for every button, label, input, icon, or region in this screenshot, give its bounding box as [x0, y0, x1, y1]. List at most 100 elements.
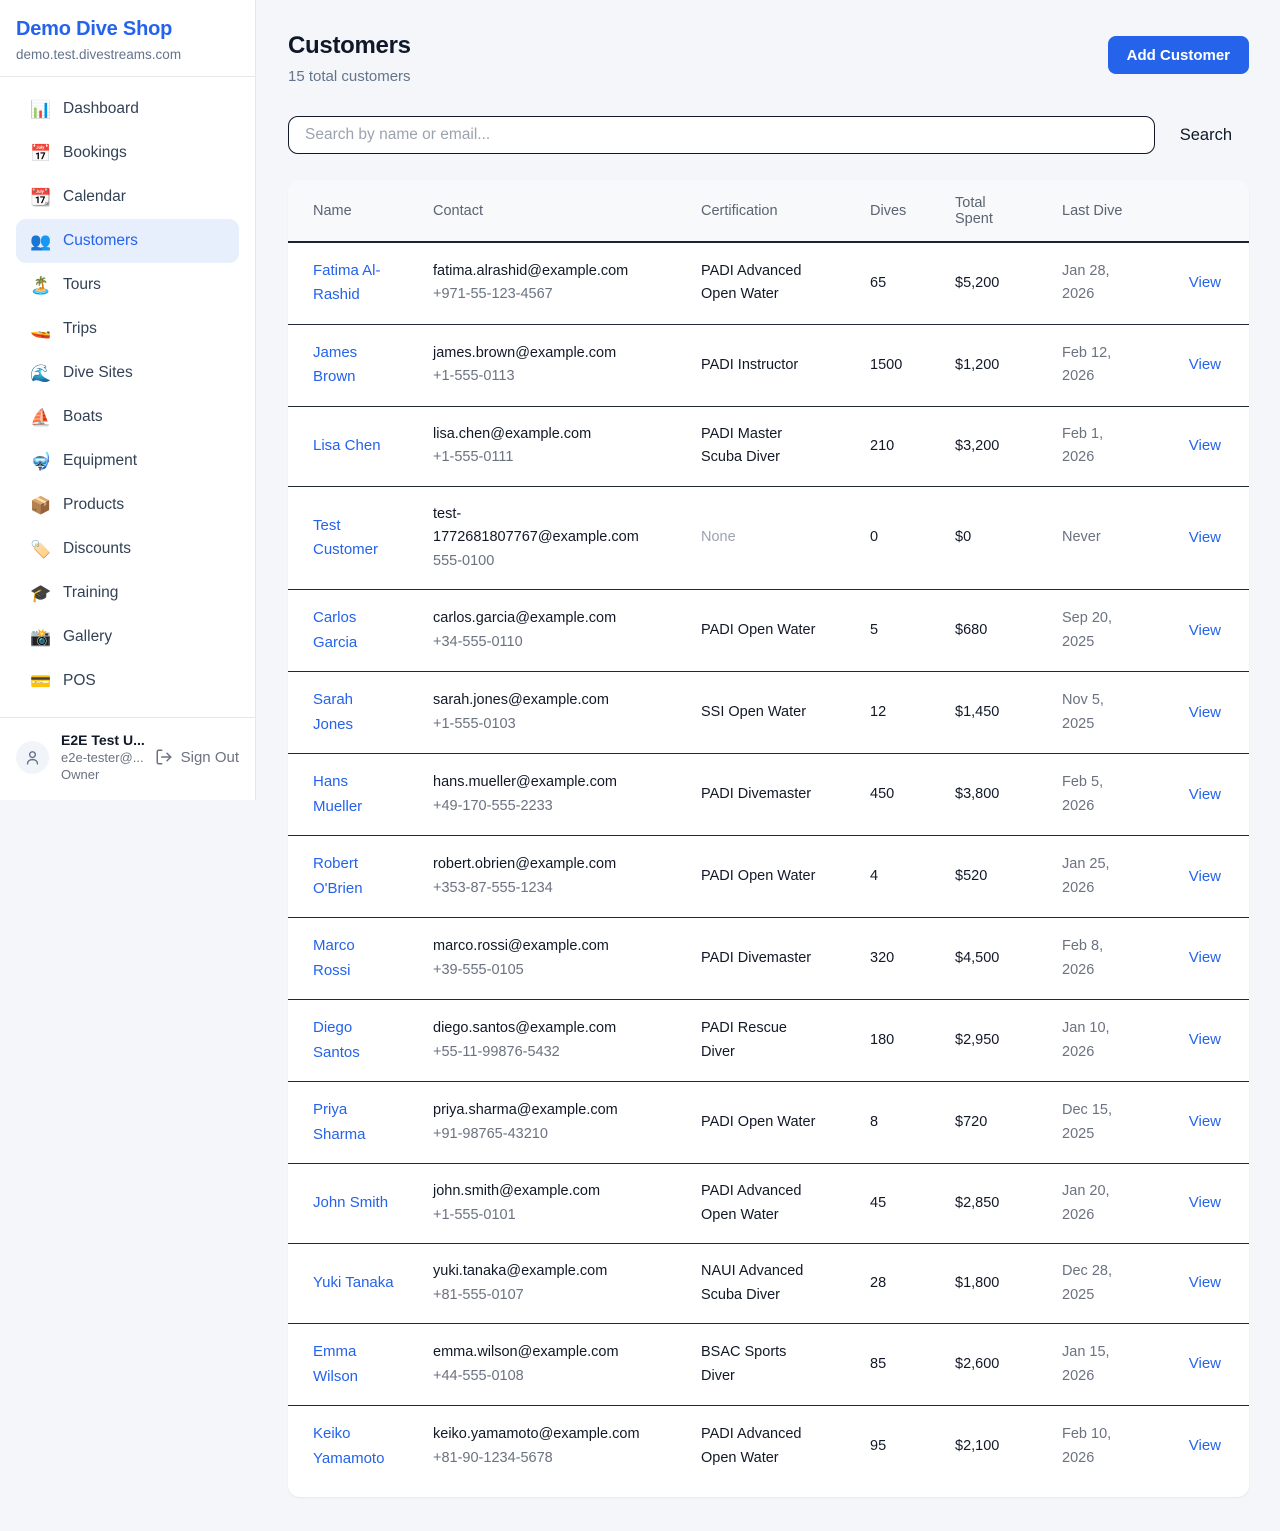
view-customer-link[interactable]: View [1189, 1355, 1221, 1372]
customer-name-link[interactable]: Fatima Al-Rashid [313, 262, 381, 303]
brand-title[interactable]: Demo Dive Shop [16, 18, 239, 41]
table-row: Test Customer test-1772681807767@example.… [288, 486, 1249, 589]
view-customer-link[interactable]: View [1189, 274, 1221, 291]
name-cell: Priya Sharma [288, 1082, 433, 1164]
certification-cell: None [701, 486, 870, 589]
customer-name-link[interactable]: Sarah Jones [313, 691, 353, 732]
view-customer-link[interactable]: View [1189, 1031, 1221, 1048]
customer-name-link[interactable]: Lisa Chen [313, 437, 381, 454]
contact-cell: robert.obrien@example.com+353-87-555-123… [433, 836, 701, 918]
view-customer-link[interactable]: View [1189, 1274, 1221, 1291]
products-icon: 📦 [30, 497, 50, 514]
last-dive-cell: Jan 25, 2026 [1062, 836, 1155, 918]
view-customer-link[interactable]: View [1189, 786, 1221, 803]
name-cell: John Smith [288, 1164, 433, 1244]
sidebar-item-gallery[interactable]: 📸Gallery [16, 615, 239, 659]
customer-name-link[interactable]: Hans Mueller [313, 773, 362, 814]
table-row: Hans Mueller hans.mueller@example.com+49-… [288, 754, 1249, 836]
table-row: Carlos Garciacarlos.garcia@example.com+3… [288, 590, 1249, 672]
customer-email: emma.wilson@example.com [433, 1341, 653, 1364]
sidebar-item-dive-sites[interactable]: 🌊Dive Sites [16, 351, 239, 395]
customer-name-link[interactable]: James Brown [313, 344, 357, 385]
view-customer-link[interactable]: View [1189, 1113, 1221, 1130]
customer-name-link[interactable]: Diego Santos [313, 1019, 360, 1060]
customer-name-link[interactable]: Emma Wilson [313, 1343, 358, 1384]
customer-name-link[interactable]: Yuki Tanaka [313, 1274, 394, 1291]
name-cell: Fatima Al-Rashid [288, 242, 433, 324]
view-customer-link[interactable]: View [1189, 622, 1221, 639]
view-customer-link[interactable]: View [1189, 1194, 1221, 1211]
customer-email: test-1772681807767@example.com [433, 503, 653, 550]
sidebar-item-dashboard[interactable]: 📊Dashboard [16, 87, 239, 131]
customer-certification: PADI Rescue Diver [701, 1020, 787, 1059]
sidebar-item-training[interactable]: 🎓Training [16, 571, 239, 615]
table-row: Lisa Chenlisa.chen@example.com+1-555-011… [288, 406, 1249, 486]
customer-name-link[interactable]: Test Customer [313, 517, 378, 558]
add-customer-button[interactable]: Add Customer [1108, 36, 1249, 74]
user-role: Owner [61, 767, 143, 782]
customer-name-link[interactable]: John Smith [313, 1194, 388, 1211]
certification-cell: PADI Advanced Open Water [701, 1406, 870, 1497]
actions-cell: View [1155, 836, 1249, 918]
sidebar-item-label: Calendar [63, 188, 126, 206]
search-input[interactable] [288, 116, 1155, 154]
view-customer-link[interactable]: View [1189, 437, 1221, 454]
sidebar-item-tours[interactable]: 🏝️Tours [16, 263, 239, 307]
last-dive-cell: Sep 20, 2025 [1062, 590, 1155, 672]
customer-certification: BSAC Sports Diver [701, 1344, 786, 1383]
last-dive-cell: Jan 10, 2026 [1062, 1000, 1155, 1082]
contact-cell: emma.wilson@example.com+44-555-0108 [433, 1324, 701, 1406]
table-row: Yuki Tanakayuki.tanaka@example.com+81-55… [288, 1244, 1249, 1324]
total-spent-cell: $3,800 [955, 754, 1062, 836]
customer-email: john.smith@example.com [433, 1180, 653, 1203]
sidebar-item-trips[interactable]: 🚤Trips [16, 307, 239, 351]
view-customer-link[interactable]: View [1189, 704, 1221, 721]
customer-name-link[interactable]: Carlos Garcia [313, 609, 357, 650]
customer-phone: +44-555-0108 [433, 1365, 653, 1388]
customer-name-link[interactable]: Keiko Yamamoto [313, 1425, 384, 1466]
customer-phone: 555-0100 [433, 550, 653, 573]
customer-name-link[interactable]: Marco Rossi [313, 937, 355, 978]
customer-certification: PADI Open Water [701, 868, 815, 884]
total-spent-cell: $1,200 [955, 324, 1062, 406]
contact-cell: hans.mueller@example.com+49-170-555-2233 [433, 754, 701, 836]
customer-email: yuki.tanaka@example.com [433, 1260, 653, 1283]
name-cell: Marco Rossi [288, 918, 433, 1000]
table-row: Sarah Jonessarah.jones@example.com+1-555… [288, 672, 1249, 754]
view-customer-link[interactable]: View [1189, 529, 1221, 546]
customer-certification: PADI Advanced Open Water [701, 263, 802, 302]
sidebar-item-calendar[interactable]: 📆Calendar [16, 175, 239, 219]
contact-cell: test-1772681807767@example.com555-0100 [433, 486, 701, 589]
dives-cell: 180 [870, 1000, 955, 1082]
customer-name-link[interactable]: Priya Sharma [313, 1101, 366, 1142]
column-header-total-spent: Total Spent [955, 180, 1062, 242]
dives-cell: 320 [870, 918, 955, 1000]
view-customer-link[interactable]: View [1189, 356, 1221, 373]
view-customer-link[interactable]: View [1189, 868, 1221, 885]
view-customer-link[interactable]: View [1189, 1437, 1221, 1454]
certification-cell: PADI Rescue Diver [701, 1000, 870, 1082]
total-spent-cell: $5,200 [955, 242, 1062, 324]
customer-name-link[interactable]: Robert O'Brien [313, 855, 363, 896]
sidebar-item-boats[interactable]: ⛵Boats [16, 395, 239, 439]
brand: Demo Dive Shop demo.test.divestreams.com [0, 0, 255, 76]
sidebar-item-equipment[interactable]: 🤿Equipment [16, 439, 239, 483]
certification-cell: PADI Open Water [701, 836, 870, 918]
sidebar-item-products[interactable]: 📦Products [16, 483, 239, 527]
sidebar-item-customers[interactable]: 👥Customers [16, 219, 239, 263]
sidebar-item-pos[interactable]: 💳POS [16, 659, 239, 703]
sidebar-item-bookings[interactable]: 📅Bookings [16, 131, 239, 175]
dives-cell: 210 [870, 406, 955, 486]
total-spent-cell: $2,600 [955, 1324, 1062, 1406]
gallery-icon: 📸 [30, 629, 50, 646]
search-button[interactable]: Search [1180, 126, 1232, 145]
view-customer-link[interactable]: View [1189, 949, 1221, 966]
total-spent-cell: $720 [955, 1082, 1062, 1164]
customer-email: diego.santos@example.com [433, 1017, 653, 1040]
sign-out-button[interactable]: Sign Out [155, 748, 239, 766]
customers-icon: 👥 [30, 233, 50, 250]
certification-cell: BSAC Sports Diver [701, 1324, 870, 1406]
sidebar-item-discounts[interactable]: 🏷️Discounts [16, 527, 239, 571]
last-dive-cell: Feb 8, 2026 [1062, 918, 1155, 1000]
customer-email: hans.mueller@example.com [433, 771, 653, 794]
